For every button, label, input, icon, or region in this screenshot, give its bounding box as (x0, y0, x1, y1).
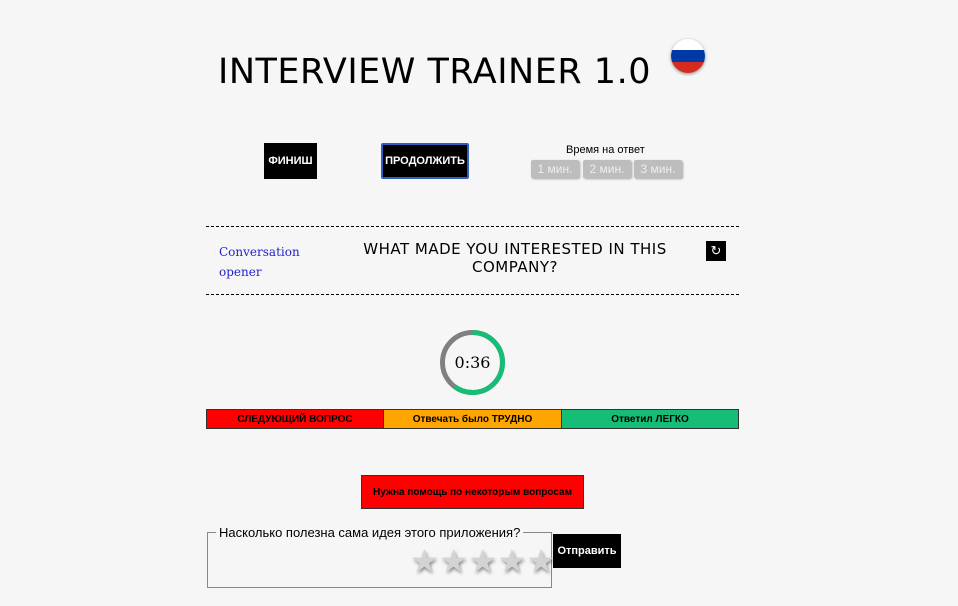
time-option-2-min[interactable]: 2 мин. (583, 160, 631, 178)
answer-easy-button[interactable]: Ответил ЛЕГКО (561, 409, 739, 429)
star-icon[interactable]: ★ (527, 545, 556, 577)
time-option-1-min[interactable]: 1 мин. (531, 160, 579, 178)
finish-button[interactable]: ФИНИШ (264, 143, 317, 179)
question-category: Conversation opener (219, 245, 300, 279)
star-icon[interactable]: ★ (439, 545, 468, 577)
star-icon[interactable]: ★ (498, 545, 527, 577)
feedback-question: Насколько полезна сама идея этого прилож… (219, 525, 521, 540)
answer-hard-button[interactable]: Отвечать было ТРУДНО (383, 409, 562, 429)
russia-flag-icon[interactable] (671, 39, 705, 73)
star-icon[interactable]: ★ (468, 545, 497, 577)
star-rating: ★ ★ ★ ★ ★ (410, 545, 556, 577)
divider-bottom (206, 294, 739, 295)
submit-button[interactable]: Отправить (553, 534, 621, 568)
help-button[interactable]: Нужна помощь по некоторым вопросам (361, 475, 584, 509)
next-question-button[interactable]: СЛЕДУЮЩИЙ ВОПРОС (206, 409, 384, 429)
refresh-icon[interactable]: ↻ (706, 241, 726, 261)
continue-button[interactable]: ПРОДОЛЖИТЬ (381, 143, 469, 179)
star-icon[interactable]: ★ (410, 545, 439, 577)
app-title: INTERVIEW TRAINER 1.0 (218, 52, 651, 92)
divider-top (206, 226, 739, 227)
question-text: WHAT MADE YOU INTERESTED IN THIS COMPANY… (363, 240, 667, 276)
time-option-3-min[interactable]: 3 мин. (634, 160, 682, 178)
answer-time-label: Время на ответ (566, 144, 645, 156)
timer-value: 0:36 (454, 353, 491, 372)
